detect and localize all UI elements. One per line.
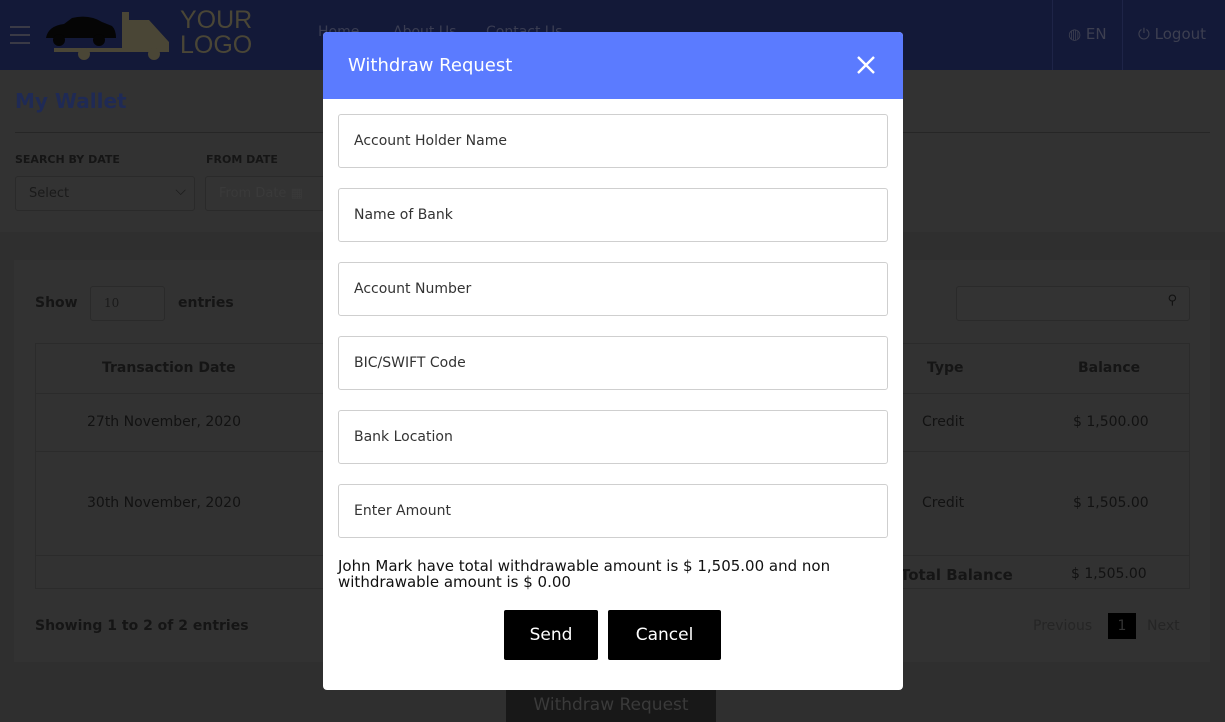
show-label: Show xyxy=(35,295,78,311)
row-1-type: Credit xyxy=(922,414,965,430)
modal-title: Withdraw Request xyxy=(348,55,513,76)
bank-name-input[interactable] xyxy=(338,188,888,242)
withdrawable-info: John Mark have total withdrawable amount… xyxy=(338,557,831,591)
withdraw-request-button[interactable]: Withdraw Request xyxy=(506,688,716,722)
hamburger-menu-icon[interactable] xyxy=(10,26,30,44)
table-search-input[interactable]: ⚲ xyxy=(956,286,1190,321)
column-header-date[interactable]: Transaction Date xyxy=(102,360,236,376)
from-date-label: FROM DATE xyxy=(206,153,278,166)
language-selector[interactable]: ◍ EN xyxy=(1068,25,1107,43)
close-icon[interactable] xyxy=(853,52,879,78)
account-number-input[interactable] xyxy=(338,262,888,316)
chevron-down-icon: ⌵ xyxy=(175,183,186,199)
account-holder-name-input[interactable] xyxy=(338,114,888,168)
divider xyxy=(1122,0,1123,70)
globe-icon: ◍ xyxy=(1068,25,1082,43)
calendar-icon: ▦ xyxy=(290,186,303,201)
table-info: Showing 1 to 2 of 2 entries xyxy=(35,618,249,634)
entries-label: entries xyxy=(178,295,234,311)
logo-text: YOUR LOGO xyxy=(180,6,253,59)
cancel-button[interactable]: Cancel xyxy=(608,610,721,660)
send-button[interactable]: Send xyxy=(504,610,598,660)
row-2-type: Credit xyxy=(922,495,965,511)
page-title: My Wallet xyxy=(15,89,127,113)
divider xyxy=(1052,0,1053,70)
tow-truck-logo-icon xyxy=(46,12,169,60)
logout-button[interactable]: ⏻ Logout xyxy=(1138,25,1206,43)
row-2-date: 30th November, 2020 xyxy=(87,495,241,511)
row-2-balance: $ 1,505.00 xyxy=(1073,495,1149,511)
row-1-balance: $ 1,500.00 xyxy=(1073,414,1149,430)
total-balance-value: $ 1,505.00 xyxy=(1071,566,1147,582)
amount-input[interactable] xyxy=(338,484,888,538)
withdraw-request-modal: Withdraw Request John Mark have total wi… xyxy=(323,32,903,690)
bank-location-input[interactable] xyxy=(338,410,888,464)
pagination-next[interactable]: Next xyxy=(1147,618,1180,634)
column-header-balance[interactable]: Balance xyxy=(1078,360,1140,376)
total-balance-label: Total Balance xyxy=(900,566,1013,584)
pagination-previous[interactable]: Previous xyxy=(1033,618,1092,634)
search-icon: ⚲ xyxy=(1167,293,1177,308)
pagination-page-1[interactable]: 1 xyxy=(1108,613,1136,639)
power-icon: ⏻ xyxy=(1138,25,1150,43)
bic-swift-input[interactable] xyxy=(338,336,888,390)
search-by-date-label: SEARCH BY DATE xyxy=(15,153,120,166)
column-header-type[interactable]: Type xyxy=(927,360,964,376)
search-by-date-select[interactable]: Select ⌵ xyxy=(15,176,195,211)
row-1-date: 27th November, 2020 xyxy=(87,414,241,430)
entries-select[interactable]: 10 xyxy=(90,286,165,321)
